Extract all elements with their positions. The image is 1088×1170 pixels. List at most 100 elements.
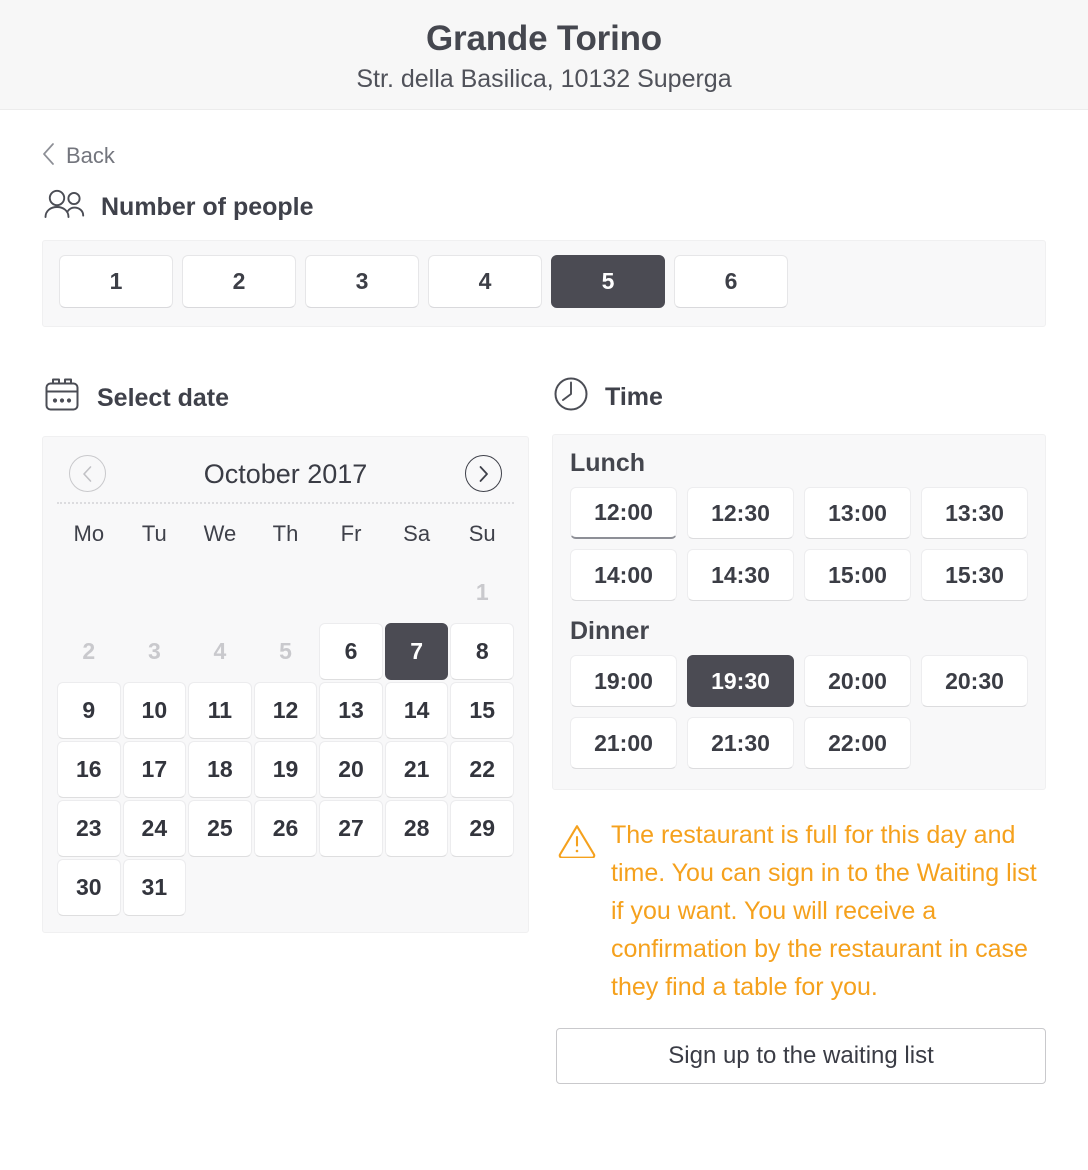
calendar-icon (42, 375, 82, 420)
calendar-nav: October 2017 (57, 449, 514, 504)
slot-grid-lunch: 12:00 12:30 13:00 13:30 14:00 14:30 15:00 15:30 (570, 487, 1028, 601)
weekday-mo: Mo (73, 521, 105, 546)
time-slot-2100[interactable]: 21:00 (570, 717, 677, 769)
time-slot-2030[interactable]: 20:30 (921, 655, 1028, 707)
warning-message: The restaurant is full for this day and … (611, 821, 1037, 1001)
calendar-month-label: October 2017 (203, 458, 368, 489)
calendar-day-25[interactable]: 25 (188, 800, 252, 857)
time-slot-1400[interactable]: 14:00 (570, 549, 677, 601)
people-heading: Number of people (101, 192, 314, 221)
availability-warning: The restaurant is full for this day and … (552, 816, 1046, 1006)
weekday-su: Su (468, 521, 496, 546)
warning-triangle-icon (557, 822, 597, 1006)
time-slot-2000[interactable]: 20:00 (804, 655, 911, 707)
date-section-header: Select date (42, 375, 529, 420)
people-option-3[interactable]: 3 (305, 255, 419, 308)
calendar-day-2: 2 (82, 638, 96, 664)
time-slot-panel: Lunch 12:00 12:30 13:00 13:30 14:00 14:30 15:00… (552, 434, 1046, 790)
time-slot-1930[interactable]: 19:30 (687, 655, 794, 707)
calendar-day-15[interactable]: 15 (450, 682, 514, 739)
calendar-day-24[interactable]: 24 (122, 800, 187, 857)
people-icon (42, 189, 86, 224)
time-slot-1530[interactable]: 15:30 (921, 549, 1028, 601)
people-section-header: Number of people (42, 189, 1046, 224)
time-slot-1300[interactable]: 13:00 (804, 487, 911, 539)
restaurant-header: Grande Torino Str. della Basilica, 10132… (0, 0, 1088, 110)
calendar-day-9[interactable]: 9 (57, 682, 121, 739)
people-option-5[interactable]: 5 (551, 255, 665, 308)
meal-label-lunch: Lunch (570, 449, 645, 477)
restaurant-name: Grande Torino (426, 18, 662, 58)
calendar-day-18[interactable]: 18 (188, 741, 252, 798)
weekday-fr: Fr (340, 521, 362, 546)
booking-page: Back Number of people 123456 Select date… (0, 142, 1088, 1084)
calendar-day-3: 3 (147, 638, 161, 664)
time-slot-1230[interactable]: 12:30 (687, 487, 794, 539)
calendar-day-12[interactable]: 12 (253, 682, 318, 739)
time-section-header: Time (552, 375, 1046, 418)
calendar-day-7[interactable]: 7 (384, 623, 449, 680)
calendar-day-23[interactable]: 23 (57, 800, 121, 857)
calendar-day-28[interactable]: 28 (384, 800, 449, 857)
sign-up-waiting-list-button[interactable]: Sign up to the waiting list (556, 1028, 1046, 1084)
date-heading: Select date (97, 383, 230, 412)
calendar-day-29[interactable]: 29 (450, 800, 514, 857)
back-button[interactable]: Back (42, 142, 137, 170)
calendar-weekday-row: Mo Tu We Th Fr Sa Su (57, 512, 514, 556)
clock-icon (552, 375, 590, 418)
calendar-day-16[interactable]: 16 (57, 741, 121, 798)
people-selector: 123456 (42, 240, 1046, 327)
people-option-6[interactable]: 6 (674, 255, 788, 308)
weekday-th: Th (272, 521, 299, 546)
time-heading: Time (605, 382, 663, 411)
calendar-empty-cell (319, 564, 383, 621)
calendar-empty-cell (385, 564, 449, 621)
calendar-empty-cell (123, 564, 187, 621)
calendar-day-6[interactable]: 6 (319, 623, 383, 680)
people-option-2[interactable]: 2 (182, 255, 296, 308)
calendar-day-30[interactable]: 30 (57, 859, 121, 916)
calendar-empty-cell (57, 564, 121, 621)
calendar-day-26[interactable]: 26 (253, 800, 318, 857)
back-label: Back (66, 143, 115, 168)
calendar-day-1: 1 (475, 579, 489, 605)
time-column: Time Lunch 12:00 12:30 13:00 13:30 14:00 14:30… (552, 355, 1046, 1084)
calendar-day-19[interactable]: 19 (253, 741, 318, 798)
calendar-day-10[interactable]: 10 (122, 682, 187, 739)
calendar-day-17[interactable]: 17 (122, 741, 187, 798)
date-column: Select date October 2017 Mo Tu We Th Fr … (42, 355, 529, 933)
time-slot-1900[interactable]: 19:00 (570, 655, 677, 707)
calendar-day-8[interactable]: 8 (450, 623, 514, 680)
restaurant-address: Str. della Basilica, 10132 Superga (356, 64, 732, 93)
calendar-empty-cell (254, 564, 318, 621)
calendar-day-27[interactable]: 27 (319, 800, 383, 857)
calendar-day-5: 5 (279, 638, 292, 664)
calendar-day-22[interactable]: 22 (450, 741, 514, 798)
prev-month-button[interactable] (69, 455, 106, 492)
calendar-day-4: 4 (213, 638, 227, 664)
calendar-day-31[interactable]: 31 (122, 859, 187, 916)
meal-label-dinner: Dinner (570, 617, 650, 645)
calendar-empty-cell (188, 564, 252, 621)
calendar-day-13[interactable]: 13 (319, 682, 383, 739)
time-slot-1330[interactable]: 13:30 (921, 487, 1028, 539)
weekday-sa: Sa (403, 521, 431, 546)
time-slot-2130[interactable]: 21:30 (687, 717, 794, 769)
time-slot-1500[interactable]: 15:00 (804, 549, 911, 601)
calendar-day-14[interactable]: 14 (384, 682, 449, 739)
date-time-columns: Select date October 2017 Mo Tu We Th Fr … (42, 355, 1046, 1084)
next-month-button[interactable] (464, 455, 502, 492)
people-option-4[interactable]: 4 (428, 255, 542, 308)
time-slot-1430[interactable]: 14:30 (687, 549, 794, 601)
time-slot-1200[interactable]: 12:00 (570, 487, 677, 539)
weekday-we: We (203, 521, 237, 546)
weekday-tu: Tu (141, 521, 167, 546)
calendar-day-20[interactable]: 20 (319, 741, 383, 798)
people-option-1[interactable]: 1 (59, 255, 173, 308)
time-slot-2200[interactable]: 22:00 (804, 717, 911, 769)
chevron-left-icon (42, 142, 55, 170)
calendar-day-21[interactable]: 21 (384, 741, 449, 798)
calendar-day-11[interactable]: 11 (188, 682, 252, 739)
slot-grid-dinner: 19:00 19:30 20:00 20:30 21:00 21:30 22:00 (570, 655, 1028, 769)
calendar-days-grid: 1 2 3 4 5 6 7 8 9 10 11 12 13 14 15 16 17 18 19 20 21 22 23 24 2… (57, 564, 514, 916)
